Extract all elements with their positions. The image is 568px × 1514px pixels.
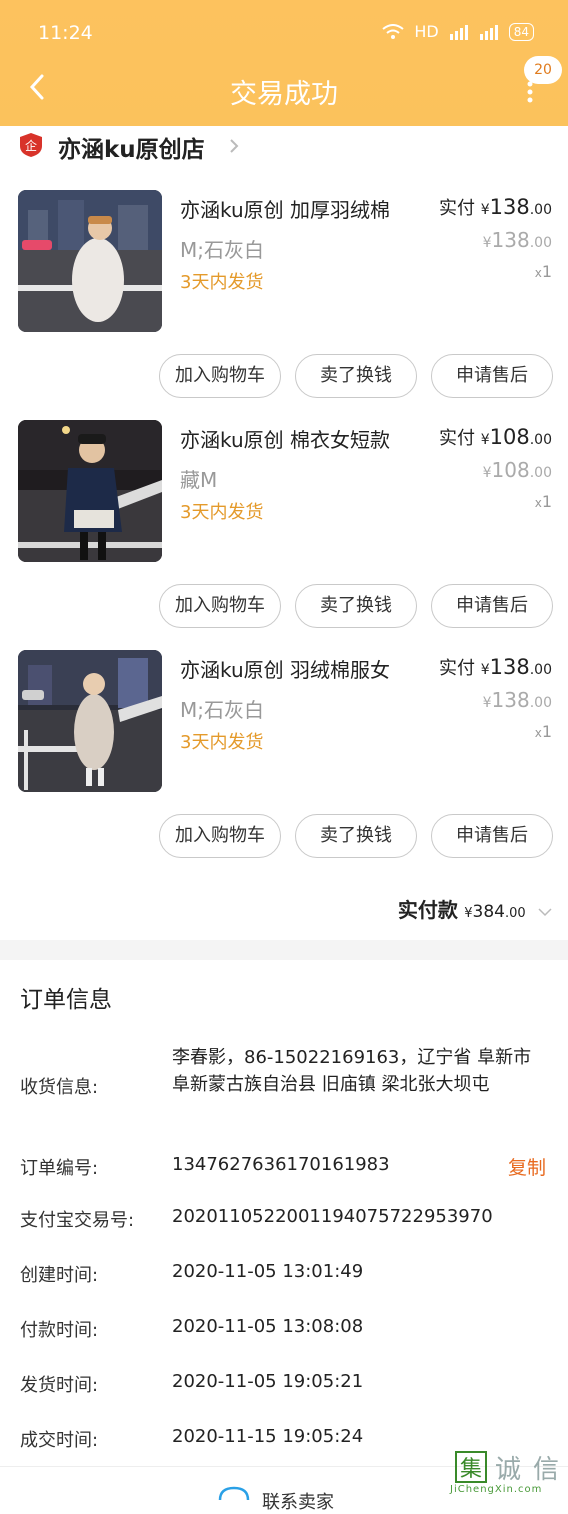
item-spec: M;石灰白 xyxy=(180,698,264,722)
svg-text:企: 企 xyxy=(25,138,37,153)
alipay-value: 2020110522001194075722953970 xyxy=(172,1206,493,1227)
page-title: 交易成功 xyxy=(230,79,338,110)
order-number-label: 订单编号: xyxy=(20,1158,99,1179)
order-item[interactable]: 亦涵ku原创 加厚羽绒棉 M;石灰白 3天内发货 实付 ¥138.00 ¥138… xyxy=(0,190,568,420)
svg-text:诚: 诚 xyxy=(495,1455,521,1485)
svg-text:集: 集 xyxy=(460,1457,482,1482)
watermark-text: JiChengXin.com xyxy=(450,1484,543,1495)
chevron-down-icon[interactable] xyxy=(538,907,552,917)
item-name[interactable]: 亦涵ku原创 棉衣女短款 xyxy=(180,424,390,453)
item-spec: M;石灰白 xyxy=(180,238,264,262)
item-shipping: 3天内发货 xyxy=(180,272,264,293)
item-name[interactable]: 亦涵ku原创 加厚羽绒棉 xyxy=(180,194,390,223)
battery-icon: 84 xyxy=(508,22,534,41)
add-to-cart-button[interactable]: 加入购物车 xyxy=(159,814,281,858)
item-original-price: ¥138.00 xyxy=(482,688,552,712)
copy-button[interactable]: 复制 xyxy=(508,1153,546,1180)
after-sales-button[interactable]: 申请售后 xyxy=(431,354,553,398)
shipped-time-label: 发货时间: xyxy=(20,1375,99,1396)
paid-time-value: 2020-11-05 13:08:08 xyxy=(172,1316,364,1337)
signal-icon-2 xyxy=(479,24,498,40)
network-label: HD xyxy=(414,22,439,41)
svg-text:信: 信 xyxy=(533,1455,559,1485)
item-paid-price: 实付 ¥108.00 xyxy=(438,425,552,449)
item-quantity: x1 xyxy=(534,262,552,281)
done-time-value: 2020-11-15 19:05:24 xyxy=(172,1426,364,1447)
item-original-price: ¥138.00 xyxy=(482,228,552,252)
alipay-label: 支付宝交易号: xyxy=(20,1210,135,1231)
shop-name: 亦涵ku原创店 xyxy=(58,137,205,163)
total-amount: 384 xyxy=(472,902,505,922)
item-original-price: ¥108.00 xyxy=(482,458,552,482)
chevron-right-icon xyxy=(230,139,239,153)
item-shipping: 3天内发货 xyxy=(180,732,264,753)
order-item[interactable]: 亦涵ku原创 羽绒棉服女 M;石灰白 3天内发货 实付 ¥138.00 ¥138… xyxy=(0,650,568,880)
created-time-label: 创建时间: xyxy=(20,1265,99,1286)
product-image[interactable] xyxy=(18,650,162,792)
order-total[interactable]: 实付款 ¥384.00 xyxy=(398,894,552,923)
more-icon[interactable] xyxy=(526,80,534,104)
resell-button[interactable]: 卖了换钱 xyxy=(295,584,417,628)
created-time-value: 2020-11-05 13:01:49 xyxy=(172,1261,364,1282)
resell-button[interactable]: 卖了换钱 xyxy=(295,354,417,398)
item-shipping: 3天内发货 xyxy=(180,502,264,523)
item-quantity: x1 xyxy=(534,722,552,741)
after-sales-button[interactable]: 申请售后 xyxy=(431,584,553,628)
section-divider xyxy=(0,940,568,960)
product-image[interactable] xyxy=(18,190,162,332)
wifi-icon xyxy=(382,23,404,39)
item-quantity: x1 xyxy=(534,492,552,511)
shop-badge-icon: 企 xyxy=(20,133,42,157)
chat-icon[interactable] xyxy=(216,1486,252,1500)
done-time-label: 成交时间: xyxy=(20,1430,99,1451)
item-paid-price: 实付 ¥138.00 xyxy=(438,655,552,679)
product-image[interactable] xyxy=(18,420,162,562)
status-icons: HD 84 xyxy=(382,22,534,41)
after-sales-button[interactable]: 申请售后 xyxy=(431,814,553,858)
resell-button[interactable]: 卖了换钱 xyxy=(295,814,417,858)
item-name[interactable]: 亦涵ku原创 羽绒棉服女 xyxy=(180,654,390,683)
order-number-value: 1347627636170161983 xyxy=(172,1154,390,1175)
order-info-title: 订单信息 xyxy=(20,987,112,1013)
item-spec: 藏M xyxy=(180,468,218,492)
add-to-cart-button[interactable]: 加入购物车 xyxy=(159,584,281,628)
shop-row[interactable]: 企 亦涵ku原创店 xyxy=(0,126,568,166)
item-paid-price: 实付 ¥138.00 xyxy=(438,195,552,219)
contact-seller-button[interactable]: 联系卖家 xyxy=(262,1488,334,1514)
signal-icon xyxy=(449,24,468,40)
order-item[interactable]: 亦涵ku原创 棉衣女短款 藏M 3天内发货 实付 ¥108.00 ¥108.00… xyxy=(0,420,568,650)
paid-time-label: 付款时间: xyxy=(20,1320,99,1341)
add-to-cart-button[interactable]: 加入购物车 xyxy=(159,354,281,398)
shipped-time-value: 2020-11-05 19:05:21 xyxy=(172,1371,364,1392)
address-label: 收货信息: xyxy=(20,1077,99,1098)
address-value: 李春影，86-15022169163，辽宁省 阜新市 阜新蒙古族自治县 旧庙镇 … xyxy=(172,1047,532,1095)
status-time: 11:24 xyxy=(38,22,93,44)
header-bar: 11:24 HD 84 交易成功 20 xyxy=(0,0,568,126)
total-label: 实付款 xyxy=(397,898,458,922)
message-badge[interactable]: 20 xyxy=(524,56,562,84)
